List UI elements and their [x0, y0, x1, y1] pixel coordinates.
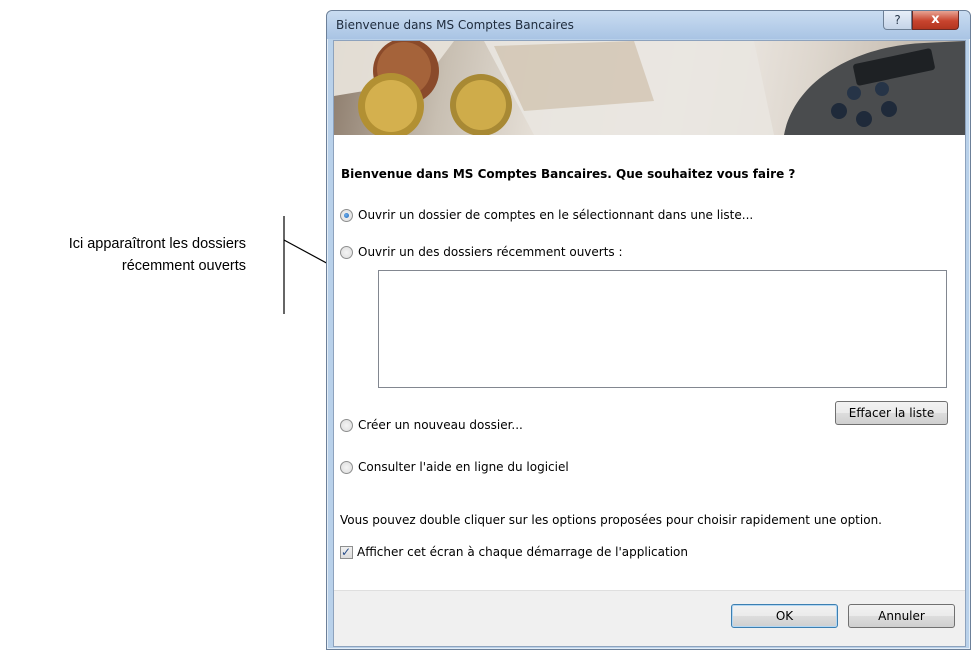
- info-text: Vous pouvez double cliquer sur les optio…: [340, 513, 882, 527]
- recent-files-list[interactable]: [378, 270, 947, 388]
- dialog-client-area: Bienvenue dans MS Comptes Bancaires. Que…: [333, 40, 966, 647]
- radio-button[interactable]: [340, 460, 353, 474]
- radio-button-selected[interactable]: [340, 208, 353, 222]
- option-online-help[interactable]: Consulter l'aide en ligne du logiciel: [340, 460, 569, 474]
- gold-coin-1-face: [365, 80, 417, 132]
- window-title: Bienvenue dans MS Comptes Bancaires: [336, 18, 574, 32]
- checkmark-icon: ✓: [341, 544, 352, 559]
- radio-button[interactable]: [340, 245, 353, 259]
- show-at-startup-label: Afficher cet écran à chaque démarrage de…: [357, 545, 688, 559]
- card-terminal: [784, 41, 965, 135]
- terminal-key: [856, 111, 872, 127]
- title-bar[interactable]: Bienvenue dans MS Comptes Bancaires ? x: [327, 11, 970, 39]
- ok-button[interactable]: OK: [731, 604, 838, 628]
- annotation-text: Ici apparaîtront les dossiers récemment …: [0, 233, 246, 277]
- terminal-key: [847, 86, 861, 100]
- cancel-button[interactable]: Annuler: [848, 604, 955, 628]
- clear-list-button[interactable]: Effacer la liste: [835, 401, 948, 425]
- option-label: Ouvrir un des dossiers récemment ouverts…: [358, 245, 623, 259]
- option-open-from-list[interactable]: Ouvrir un dossier de comptes en le sélec…: [340, 208, 753, 222]
- money-illustration: [334, 41, 965, 135]
- close-button[interactable]: x: [912, 11, 959, 30]
- option-label: Créer un nouveau dossier...: [358, 418, 523, 432]
- gold-coin-2-face: [456, 80, 506, 130]
- annotation-line-1: Ici apparaîtront les dossiers: [68, 236, 246, 252]
- option-create-new[interactable]: Créer un nouveau dossier...: [340, 418, 523, 432]
- dialog-heading: Bienvenue dans MS Comptes Bancaires. Que…: [341, 167, 796, 181]
- help-button[interactable]: ?: [883, 11, 912, 30]
- option-open-recent[interactable]: Ouvrir un des dossiers récemment ouverts…: [340, 245, 623, 259]
- terminal-key: [881, 101, 897, 117]
- banner-image: [334, 41, 965, 135]
- dialog-window: Bienvenue dans MS Comptes Bancaires ? x: [326, 10, 971, 650]
- option-label: Ouvrir un dossier de comptes en le sélec…: [358, 208, 754, 222]
- annotation-line-2: récemment ouverts: [121, 258, 246, 274]
- terminal-key: [831, 103, 847, 119]
- show-at-startup-checkbox[interactable]: ✓: [340, 544, 353, 559]
- button-footer: OK Annuler: [334, 590, 965, 646]
- option-label: Consulter l'aide en ligne du logiciel: [358, 460, 569, 474]
- show-at-startup-option[interactable]: ✓ Afficher cet écran à chaque démarrage …: [340, 545, 688, 559]
- radio-button[interactable]: [340, 418, 353, 432]
- terminal-key: [875, 82, 889, 96]
